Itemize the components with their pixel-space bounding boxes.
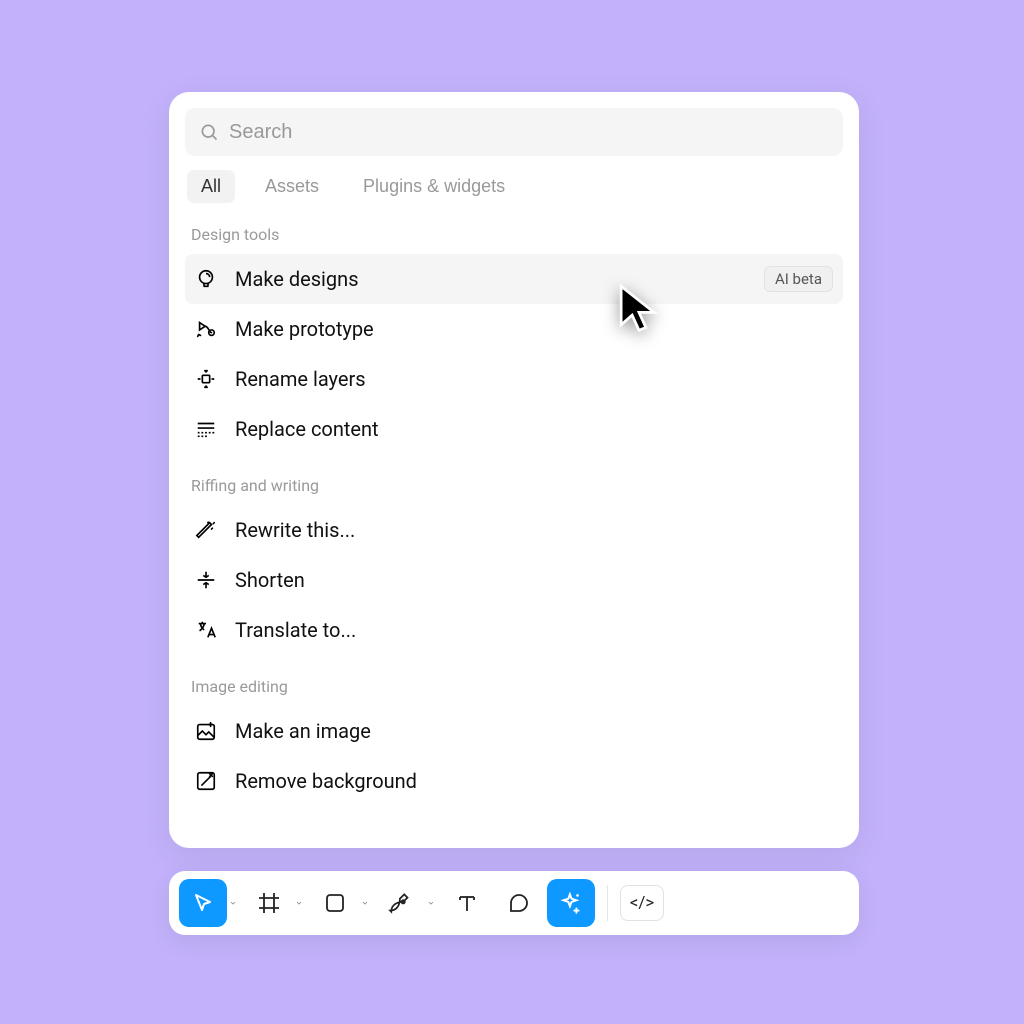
search-icon: [199, 122, 219, 142]
item-label: Make prototype: [235, 317, 833, 341]
shorten-icon: [195, 569, 217, 591]
chevron-down-icon[interactable]: [425, 898, 439, 908]
replace-icon: [195, 418, 217, 440]
toolbar-separator: [607, 885, 608, 921]
item-label: Make an image: [235, 719, 833, 743]
item-make-prototype[interactable]: Make prototype: [185, 304, 843, 354]
section-design-tools: Design tools Make designs AI beta Make p…: [185, 223, 843, 454]
translate-icon: [195, 619, 217, 641]
search-box[interactable]: [185, 108, 843, 156]
make-image-icon: [195, 720, 217, 742]
item-label: Remove background: [235, 769, 833, 793]
tab-assets[interactable]: Assets: [251, 170, 333, 203]
code-icon: </>: [630, 893, 655, 913]
item-rename-layers[interactable]: Rename layers: [185, 354, 843, 404]
section-title: Riffing and writing: [185, 474, 843, 505]
toolbar: </>: [169, 871, 859, 935]
item-translate[interactable]: Translate to...: [185, 605, 843, 655]
rectangle-tool[interactable]: [311, 879, 359, 927]
frame-tool[interactable]: [245, 879, 293, 927]
comment-tool[interactable]: [495, 879, 543, 927]
text-tool[interactable]: [443, 879, 491, 927]
rename-icon: [195, 368, 217, 390]
item-make-image[interactable]: Make an image: [185, 706, 843, 756]
prototype-icon: [195, 318, 217, 340]
chevron-down-icon[interactable]: [227, 898, 241, 908]
actions-panel: All Assets Plugins & widgets Design tool…: [169, 92, 859, 848]
item-remove-bg[interactable]: Remove background: [185, 756, 843, 806]
section-image-editing: Image editing Make an image Remove backg…: [185, 675, 843, 806]
chevron-down-icon[interactable]: [293, 898, 307, 908]
item-label: Translate to...: [235, 618, 833, 642]
section-title: Design tools: [185, 223, 843, 254]
item-label: Make designs: [235, 267, 746, 291]
idea-icon: [195, 268, 217, 290]
section-riffing: Riffing and writing Rewrite this... Shor…: [185, 474, 843, 655]
item-make-designs[interactable]: Make designs AI beta: [185, 254, 843, 304]
ai-tool[interactable]: [547, 879, 595, 927]
magic-icon: [195, 519, 217, 541]
item-shorten[interactable]: Shorten: [185, 555, 843, 605]
item-label: Rewrite this...: [235, 518, 833, 542]
chevron-down-icon[interactable]: [359, 898, 373, 908]
item-rewrite[interactable]: Rewrite this...: [185, 505, 843, 555]
item-replace-content[interactable]: Replace content: [185, 404, 843, 454]
move-tool[interactable]: [179, 879, 227, 927]
filter-tabs: All Assets Plugins & widgets: [185, 170, 843, 203]
item-label: Rename layers: [235, 367, 833, 391]
search-input[interactable]: [229, 121, 829, 144]
dev-mode-toggle[interactable]: </>: [620, 885, 664, 921]
tab-plugins[interactable]: Plugins & widgets: [349, 170, 519, 203]
ai-beta-badge: AI beta: [764, 266, 833, 292]
pen-tool[interactable]: [377, 879, 425, 927]
section-title: Image editing: [185, 675, 843, 706]
item-label: Shorten: [235, 568, 833, 592]
item-label: Replace content: [235, 417, 833, 441]
remove-bg-icon: [195, 770, 217, 792]
tab-all[interactable]: All: [187, 170, 235, 203]
